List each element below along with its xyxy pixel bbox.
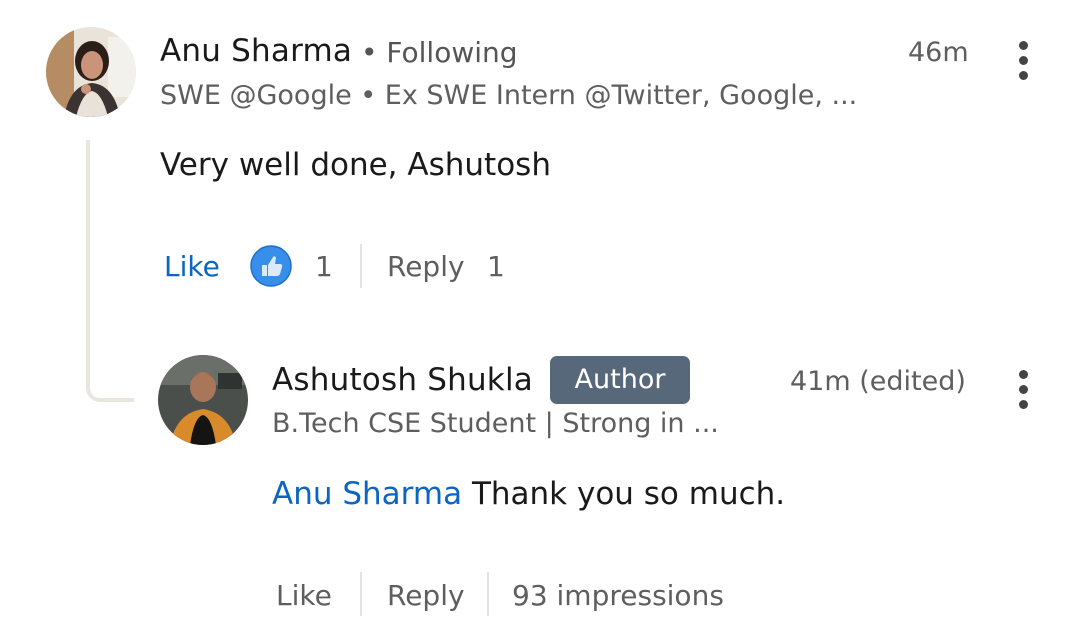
reply-text: Anu Sharma Thank you so much.	[272, 476, 785, 512]
reply-more-options-icon[interactable]	[1017, 370, 1029, 415]
reply-timestamp: 41m (edited)	[790, 366, 966, 397]
avatar-ashutosh-shukla[interactable]	[158, 355, 248, 445]
commenter-name[interactable]: Anu Sharma	[160, 33, 352, 69]
comment-timestamp: 46m	[908, 37, 969, 68]
action-divider	[360, 572, 362, 616]
comment-text: Very well done, Ashutosh	[160, 147, 551, 183]
reply-count[interactable]: 1	[487, 250, 505, 283]
comment-more-options-icon[interactable]	[1017, 41, 1029, 86]
author-badge: Author	[550, 356, 690, 404]
action-divider	[360, 244, 362, 288]
following-label: • Following	[361, 36, 518, 69]
replier-headline: B.Tech CSE Student | Strong in ...	[272, 408, 719, 439]
mention-link[interactable]: Anu Sharma	[272, 476, 462, 512]
impressions-count[interactable]: 93 impressions	[512, 579, 724, 612]
avatar-anu-sharma[interactable]	[46, 27, 136, 117]
reply-reply-button[interactable]: Reply	[387, 579, 465, 612]
replier-name[interactable]: Ashutosh Shukla	[272, 362, 533, 398]
thumbs-up-reaction-icon[interactable]	[250, 245, 292, 287]
thread-connector-line	[86, 140, 134, 402]
reply-message: Thank you so much.	[471, 476, 786, 512]
commenter-headline: SWE @Google • Ex SWE Intern @Twitter, Go…	[160, 80, 858, 111]
action-divider	[487, 572, 489, 616]
reply-button[interactable]: Reply	[387, 250, 465, 283]
reply-like-button[interactable]: Like	[276, 579, 332, 612]
reaction-count[interactable]: 1	[315, 250, 333, 283]
like-button[interactable]: Like	[164, 250, 220, 283]
